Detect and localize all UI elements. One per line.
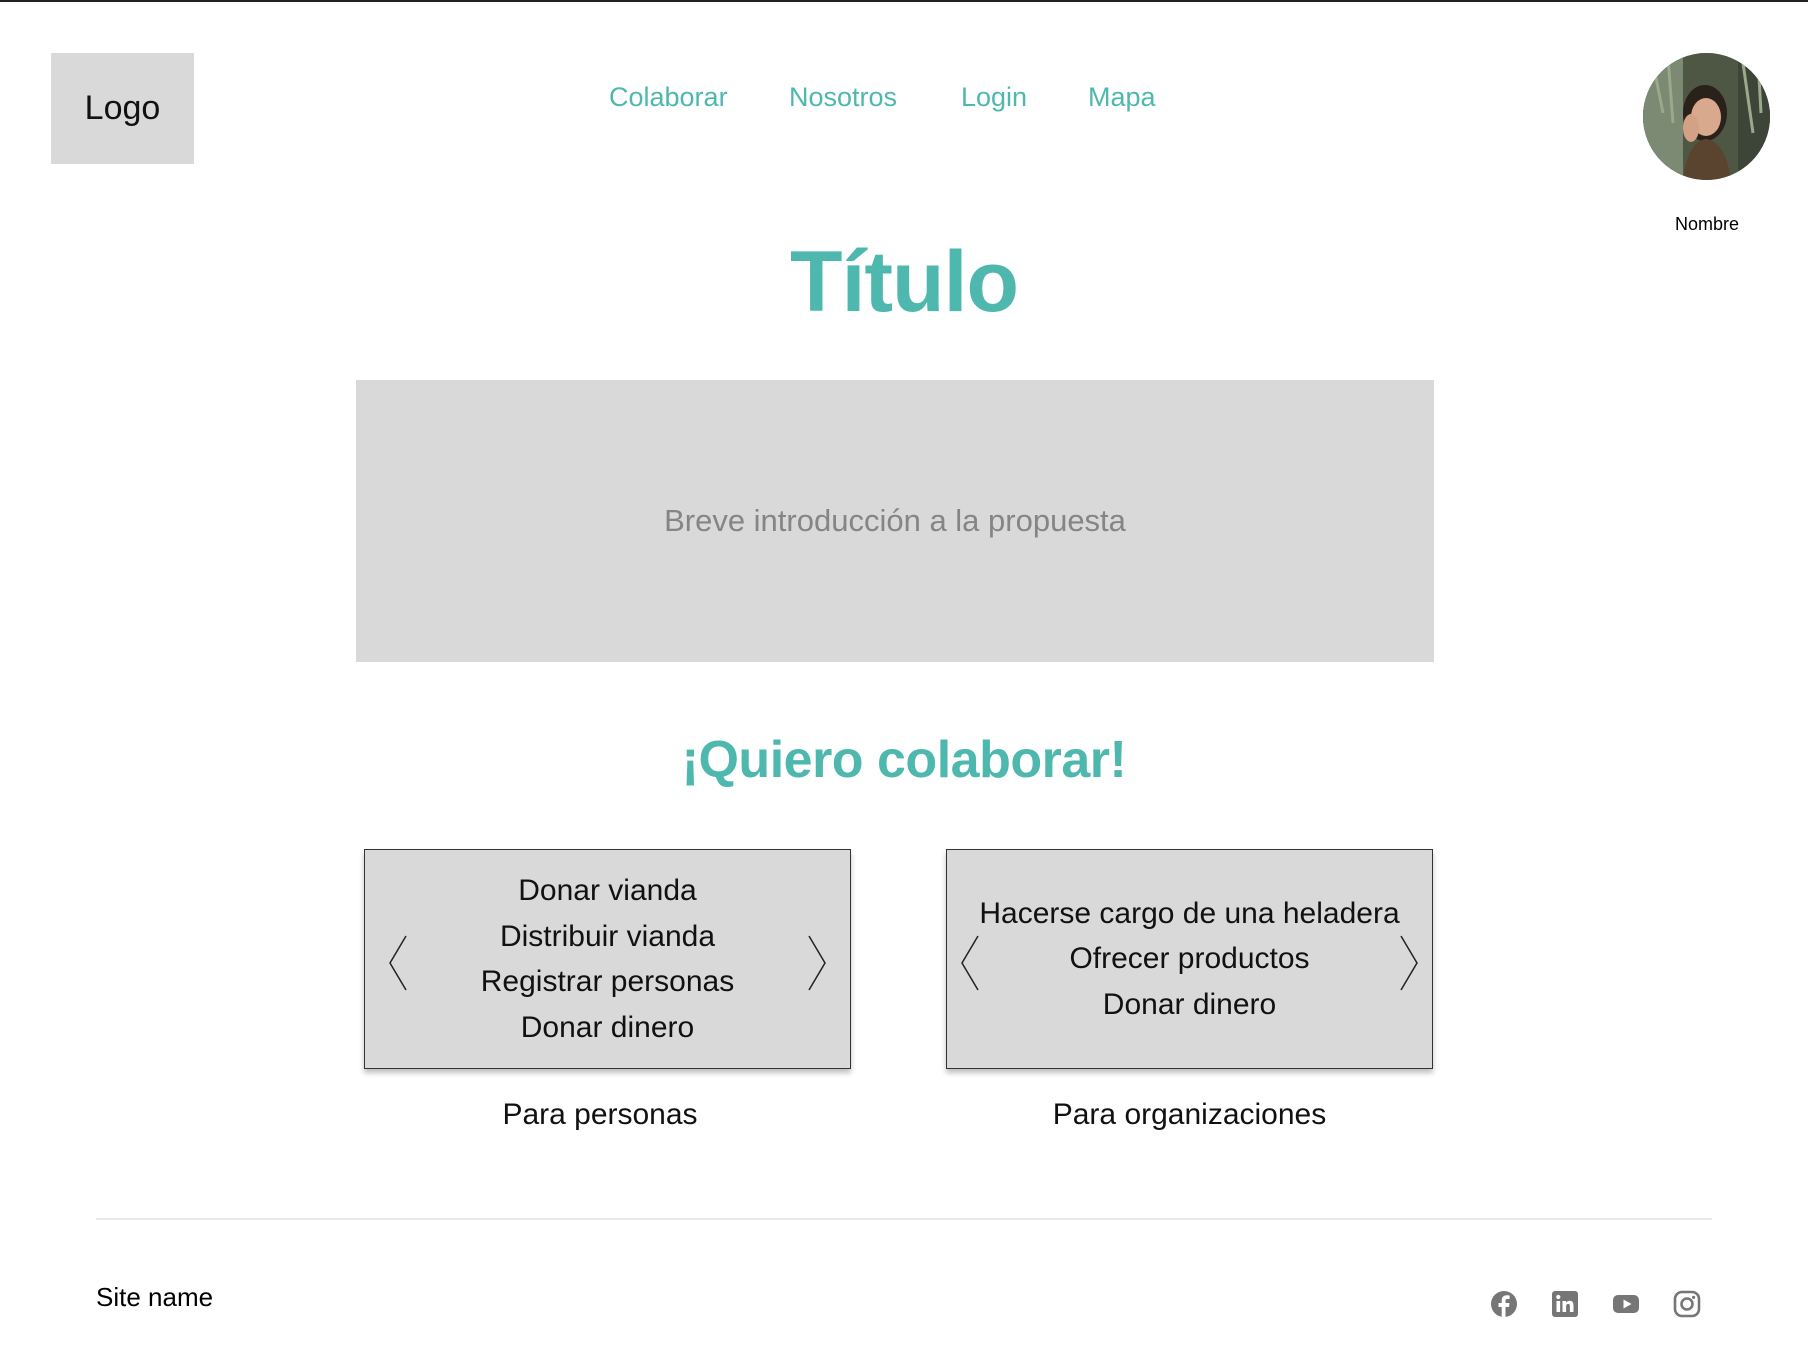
- list-item[interactable]: Distribuir vianda: [481, 914, 734, 960]
- organizations-options-list: Hacerse cargo de una heladera Ofrecer pr…: [979, 891, 1399, 1028]
- chevron-left-icon[interactable]: [959, 934, 981, 992]
- linkedin-icon[interactable]: [1551, 1290, 1579, 1318]
- collaborate-heading: ¡Quiero colaborar!: [681, 731, 1127, 789]
- footer-divider: [96, 1218, 1712, 1220]
- persons-card-label: Para personas: [502, 1098, 698, 1131]
- facebook-icon[interactable]: [1490, 1290, 1518, 1318]
- main-nav: Colaborar Nosotros Login Mapa: [0, 82, 1808, 122]
- nav-link-colaborar[interactable]: Colaborar: [609, 82, 728, 113]
- intro-box: Breve introducción a la propuesta: [356, 380, 1434, 662]
- top-border: [0, 0, 1808, 2]
- list-item[interactable]: Registrar personas: [481, 959, 734, 1005]
- user-avatar[interactable]: [1643, 53, 1770, 180]
- list-item[interactable]: Donar dinero: [979, 982, 1399, 1028]
- chevron-left-icon[interactable]: [387, 934, 409, 992]
- site-name: Site name: [96, 1282, 214, 1312]
- nav-link-nosotros[interactable]: Nosotros: [789, 82, 897, 113]
- user-name: Nombre: [1674, 214, 1740, 234]
- chevron-right-icon[interactable]: [1398, 934, 1420, 992]
- organizations-card-label: Para organizaciones: [1052, 1098, 1327, 1131]
- list-item[interactable]: Donar dinero: [481, 1005, 734, 1051]
- chevron-right-icon[interactable]: [806, 934, 828, 992]
- nav-link-mapa[interactable]: Mapa: [1088, 82, 1156, 113]
- avatar-photo: [1643, 53, 1770, 180]
- page-title: Título: [789, 234, 1019, 330]
- intro-text: Breve introducción a la propuesta: [664, 503, 1126, 538]
- persons-carousel: Donar vianda Distribuir vianda Registrar…: [364, 849, 851, 1069]
- instagram-icon[interactable]: [1673, 1290, 1701, 1318]
- list-item[interactable]: Donar vianda: [481, 868, 734, 914]
- list-item[interactable]: Ofrecer productos: [979, 936, 1399, 982]
- youtube-icon[interactable]: [1612, 1290, 1640, 1318]
- organizations-carousel: Hacerse cargo de una heladera Ofrecer pr…: [946, 849, 1433, 1069]
- nav-link-login[interactable]: Login: [961, 82, 1027, 113]
- persons-options-list: Donar vianda Distribuir vianda Registrar…: [481, 868, 734, 1050]
- list-item[interactable]: Hacerse cargo de una heladera: [979, 891, 1399, 937]
